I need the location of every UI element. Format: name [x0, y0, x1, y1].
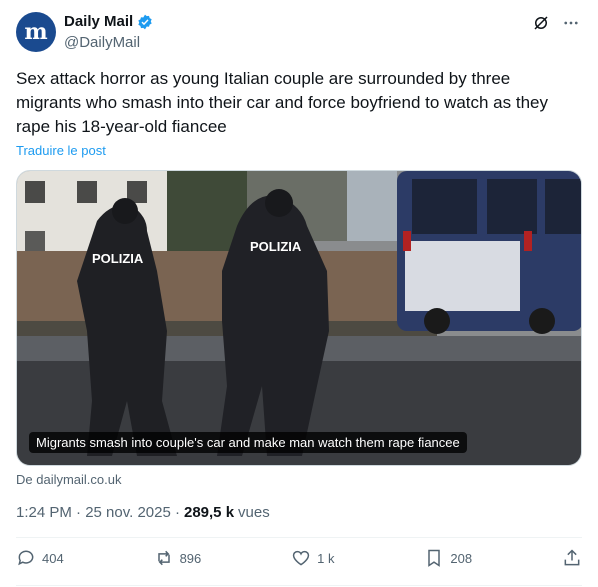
more-options-icon[interactable]: [562, 14, 580, 32]
account-name[interactable]: Daily Mail: [64, 13, 133, 30]
bookmark-button[interactable]: 208: [424, 548, 472, 568]
repost-count: 896: [179, 550, 202, 566]
tweet-text: Sex attack horror as young Italian coupl…: [16, 69, 548, 136]
bookmark-icon: [428, 549, 441, 567]
divider: [16, 537, 582, 538]
reply-icon: [18, 550, 34, 566]
source-link[interactable]: De dailymail.co.uk: [16, 472, 122, 487]
share-button[interactable]: [562, 548, 582, 568]
repost-button[interactable]: 896: [154, 548, 202, 568]
share-icon: [564, 549, 580, 566]
views-label: vues: [238, 504, 270, 521]
heart-icon: [292, 550, 310, 566]
image-caption: Migrants smash into couple's car and mak…: [29, 432, 467, 453]
tweet-image[interactable]: POLIZIA POLIZIA: [16, 170, 582, 466]
reply-button[interactable]: 404: [16, 548, 64, 568]
action-bar: 404 896 1 k 208: [16, 548, 582, 568]
police-scene-illustration: POLIZIA POLIZIA: [17, 171, 581, 465]
divider: [16, 585, 582, 586]
like-button[interactable]: 1 k: [291, 548, 335, 568]
translate-link[interactable]: Traduire le post: [16, 143, 106, 158]
timestamp[interactable]: 1:24 PM · 25 nov. 2025 ·: [16, 504, 180, 521]
top-icons: [532, 14, 580, 32]
reply-count: 404: [42, 550, 64, 566]
tweet-meta: 1:24 PM · 25 nov. 2025 · 289,5 k vues: [16, 504, 270, 521]
views-count: 289,5 k: [183, 504, 235, 521]
police-vest-label-1: POLIZIA: [92, 251, 144, 266]
repost-icon: [157, 550, 170, 566]
bookmark-count: 208: [450, 550, 473, 566]
account-name-row[interactable]: Daily Mail: [64, 13, 153, 30]
police-vest-label-2: POLIZIA: [250, 239, 302, 254]
grok-icon[interactable]: [532, 14, 550, 32]
account-handle[interactable]: @DailyMail: [64, 34, 140, 51]
avatar[interactable]: m: [16, 12, 56, 52]
verified-badge-icon: [138, 14, 152, 29]
like-count: 1 k: [317, 550, 335, 566]
